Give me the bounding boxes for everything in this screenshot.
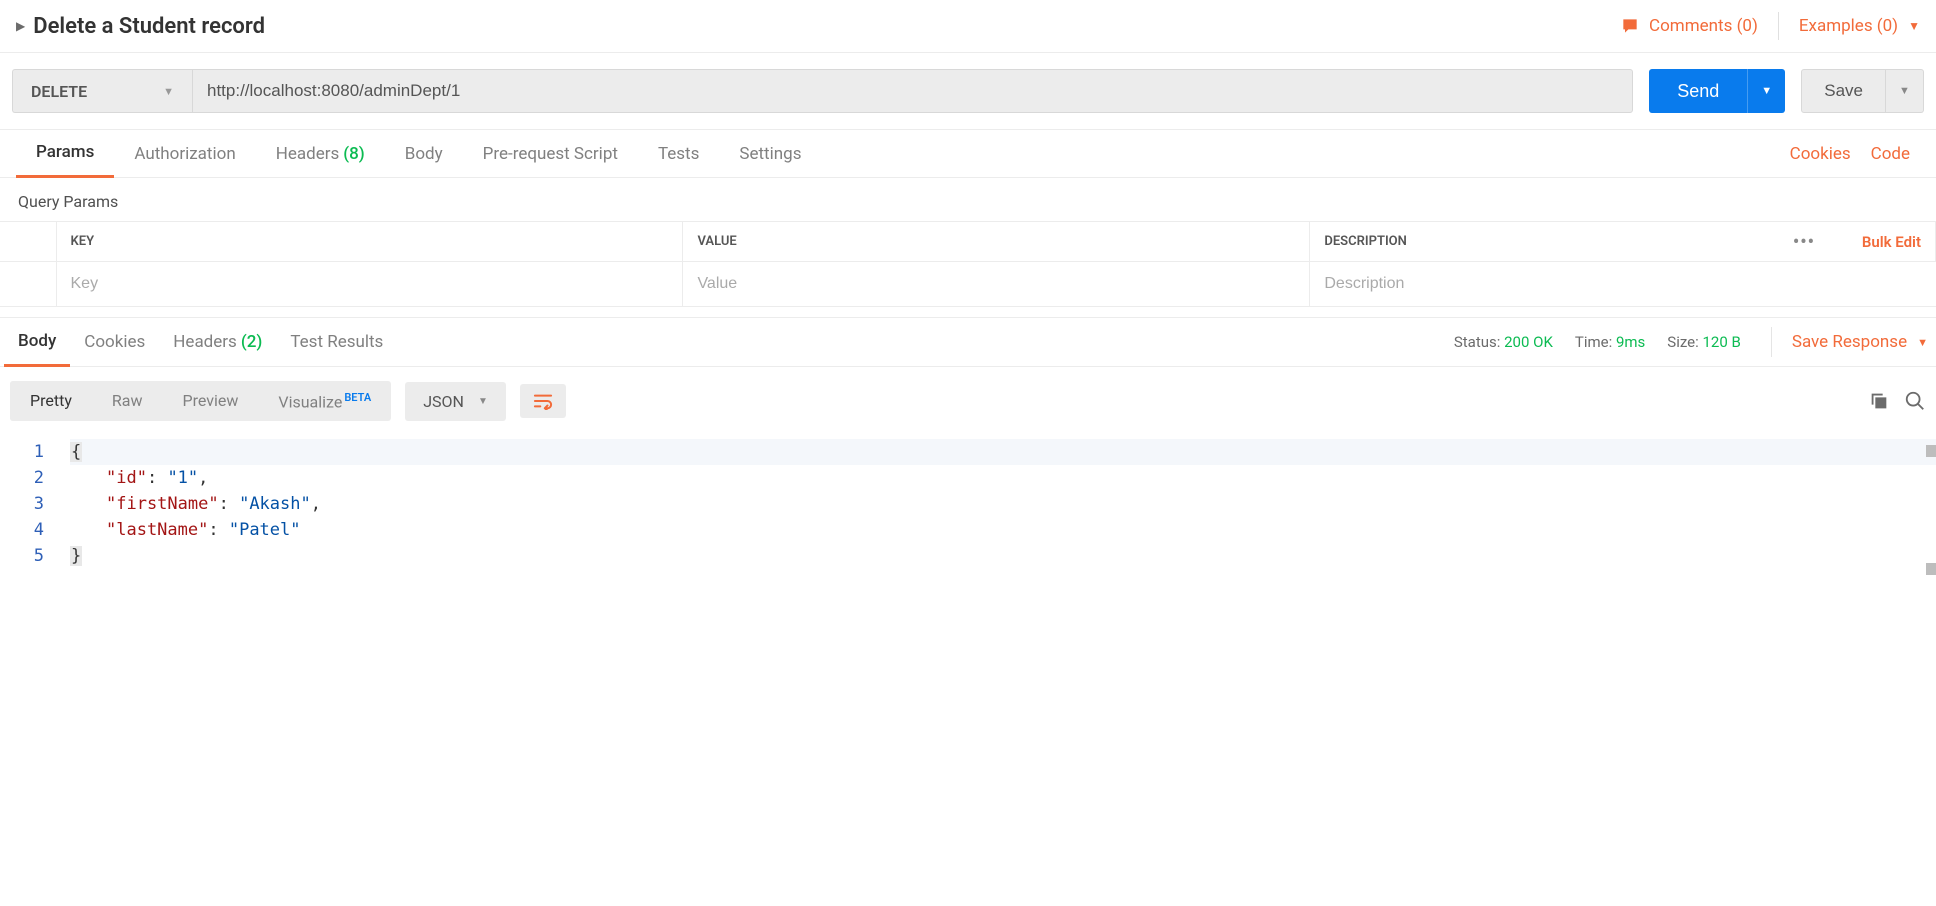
tab-headers[interactable]: Headers (8) <box>256 130 385 178</box>
res-tab-body[interactable]: Body <box>4 317 70 367</box>
key-header: KEY <box>56 222 683 262</box>
code-link[interactable]: Code <box>1861 144 1920 164</box>
send-button[interactable]: Send <box>1649 69 1747 113</box>
res-tab-cookies[interactable]: Cookies <box>70 317 159 367</box>
size-info: Size: 120 B <box>1667 333 1741 351</box>
tab-body[interactable]: Body <box>385 130 463 178</box>
res-tab-headers[interactable]: Headers (2) <box>159 317 276 367</box>
cookies-link[interactable]: Cookies <box>1780 144 1861 164</box>
beta-badge: BETA <box>344 391 371 404</box>
comments-label: Comments (0) <box>1649 16 1758 36</box>
comment-icon <box>1619 16 1641 36</box>
time-info: Time: 9ms <box>1575 333 1645 351</box>
tab-params[interactable]: Params <box>16 130 114 178</box>
format-pretty[interactable]: Pretty <box>10 381 92 421</box>
checkbox-column <box>0 222 56 262</box>
language-select[interactable]: JSON ▼ <box>405 382 506 421</box>
response-body-viewer[interactable]: 1 2 3 4 5 { "id": "1", "firstName": "Aka… <box>0 435 1936 609</box>
format-raw[interactable]: Raw <box>92 381 163 421</box>
save-button[interactable]: Save <box>1801 69 1886 113</box>
request-title: Delete a Student record <box>33 14 1619 39</box>
caret-down-icon: ▼ <box>478 396 488 407</box>
url-input[interactable] <box>192 69 1633 113</box>
search-icon[interactable] <box>1904 390 1926 412</box>
key-input[interactable] <box>57 262 683 306</box>
more-options-icon[interactable]: ••• <box>1793 231 1815 252</box>
comments-button[interactable]: Comments (0) <box>1619 16 1758 36</box>
tab-headers-label: Headers <box>276 144 340 164</box>
http-method-select[interactable]: DELETE ▼ <box>12 69 192 113</box>
query-params-table: KEY VALUE DESCRIPTION ••• Bulk Edit <box>0 221 1936 307</box>
format-visualize[interactable]: VisualizeBETA <box>258 381 391 421</box>
query-params-heading: Query Params <box>0 178 1936 221</box>
caret-down-icon: ▼ <box>1917 336 1928 349</box>
value-input[interactable] <box>683 262 1309 306</box>
table-row <box>0 262 1936 307</box>
save-response-dropdown[interactable]: Save Response ▼ <box>1771 327 1928 357</box>
tab-authorization[interactable]: Authorization <box>114 130 255 178</box>
collapse-toggle[interactable]: ▶ <box>16 19 25 33</box>
send-dropdown[interactable]: ▼ <box>1747 69 1785 113</box>
scrollbar-thumb[interactable] <box>1926 563 1936 575</box>
headers-count: (8) <box>343 144 365 164</box>
examples-label: Examples (0) <box>1799 16 1898 36</box>
res-headers-count: (2) <box>241 332 263 352</box>
line-numbers: 1 2 3 4 5 <box>0 439 70 569</box>
value-header: VALUE <box>683 222 1310 262</box>
res-headers-label: Headers <box>173 332 237 352</box>
tab-prerequest[interactable]: Pre-request Script <box>463 130 638 178</box>
scrollbar-thumb[interactable] <box>1926 445 1936 457</box>
description-input[interactable] <box>1310 262 1935 306</box>
caret-down-icon: ▼ <box>163 85 174 98</box>
http-method-value: DELETE <box>31 82 87 101</box>
res-tab-test-results[interactable]: Test Results <box>276 317 397 367</box>
examples-dropdown[interactable]: Examples (0) ▼ <box>1799 16 1920 36</box>
tab-tests[interactable]: Tests <box>638 130 719 178</box>
response-body-content: { "id": "1", "firstName": "Akash", "last… <box>70 439 1936 569</box>
wrap-icon <box>532 392 554 410</box>
bulk-edit-link[interactable]: Bulk Edit <box>1862 233 1921 251</box>
tab-settings[interactable]: Settings <box>719 130 821 178</box>
copy-icon[interactable] <box>1868 390 1890 412</box>
save-dropdown[interactable]: ▼ <box>1886 69 1924 113</box>
status-info: Status: 200 OK <box>1454 333 1553 351</box>
divider <box>1778 12 1779 40</box>
wrap-lines-button[interactable] <box>520 384 566 418</box>
format-preview[interactable]: Preview <box>162 381 258 421</box>
caret-down-icon: ▼ <box>1908 19 1920 33</box>
description-header: DESCRIPTION ••• Bulk Edit <box>1310 222 1936 262</box>
